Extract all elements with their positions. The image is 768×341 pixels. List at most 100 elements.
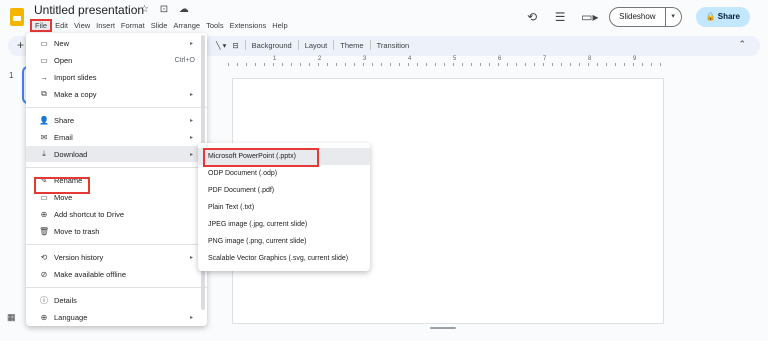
menu-tools[interactable]: Tools (203, 19, 227, 32)
menu-insert[interactable]: Insert (93, 19, 118, 32)
ruler: 1 2 3 4 5 6 7 8 9 (228, 56, 664, 66)
download-svg[interactable]: Scalable Vector Graphics (.svg, current … (198, 250, 370, 267)
file-menu-label: Download (54, 149, 88, 159)
file-menu-details[interactable]: ⓘ Details (26, 292, 207, 308)
file-menu-new[interactable]: ▭ New ▸ (26, 35, 207, 51)
copy-icon: ⧉ (41, 89, 47, 98)
trash-icon: 🗑 (39, 226, 50, 236)
ruler-number: 3 (363, 56, 367, 62)
file-menu-language[interactable]: ⊕ Language ▸ (26, 309, 207, 325)
toolbar-divider (297, 40, 299, 50)
file-menu-label: New (54, 38, 70, 48)
download-odp[interactable]: ODP Document (.odp) (198, 165, 370, 182)
file-menu-make-copy[interactable]: ⧉ Make a copy ▸ (26, 86, 207, 102)
menu-view[interactable]: View (71, 19, 93, 32)
file-menu-open[interactable]: ▭ Open Ctrl+O (26, 52, 207, 68)
document-title[interactable]: Untitled presentation (34, 3, 144, 17)
grid-view-icon[interactable]: ▦ (7, 312, 16, 323)
toolbar-divider (333, 40, 335, 50)
app-header: Untitled presentation ☆ ⊡ ☁ File Edit Vi… (0, 0, 768, 34)
file-menu-label: Move to trash (54, 226, 100, 236)
menubar: File Edit View Insert Format Slide Arran… (30, 19, 291, 32)
file-menu-move-to-trash[interactable]: 🗑 Move to trash (26, 223, 207, 239)
slide-number: 1 (9, 71, 14, 80)
slideshow-button[interactable]: Slideshow (609, 7, 666, 27)
file-menu-add-shortcut[interactable]: ⊕ Add shortcut to Drive (26, 206, 207, 222)
offline-icon: ⊘ (40, 269, 48, 279)
new-slide-plus-icon[interactable]: + (17, 38, 24, 52)
file-menu-label: Make available offline (54, 269, 126, 279)
download-jpg[interactable]: JPEG image (.jpg, current slide) (198, 216, 370, 233)
history-icon[interactable]: ⟲ (525, 10, 539, 24)
download-pdf[interactable]: PDF Document (.pdf) (198, 182, 370, 199)
file-menu-label: Details (54, 295, 77, 305)
menu-divider (26, 244, 207, 245)
file-menu-version-history[interactable]: ⟲ Version history ▸ (26, 249, 207, 265)
menu-arrange[interactable]: Arrange (170, 19, 203, 32)
collapse-toolbar-icon[interactable]: ⌃ (738, 39, 746, 50)
file-menu-download[interactable]: ⤓ Download ▸ (26, 146, 207, 162)
import-icon: → (40, 72, 48, 82)
submenu-arrow-icon: ▸ (189, 151, 193, 158)
menu-extensions[interactable]: Extensions (227, 19, 270, 32)
file-menu-label: Import slides (54, 72, 97, 82)
ruler-number: 5 (453, 56, 457, 62)
theme-button[interactable]: Theme (340, 41, 363, 50)
file-menu: ▭ New ▸ ▭ Open Ctrl+O → Import slides ⧉ … (26, 33, 207, 326)
menu-help[interactable]: Help (269, 19, 290, 32)
new-icon: ▭ (40, 38, 48, 48)
submenu-arrow-icon: ▸ (189, 40, 193, 47)
transition-button[interactable]: Transition (377, 41, 410, 50)
speaker-notes-handle[interactable] (430, 327, 456, 329)
email-icon: ✉ (40, 132, 48, 142)
submenu-arrow-icon: ▸ (189, 314, 193, 321)
insert-comment-icon[interactable]: ⊟ (232, 41, 238, 50)
slideshow-dropdown-icon[interactable]: ▾ (665, 7, 682, 27)
download-highlight-box (34, 177, 90, 194)
folder-icon: ▭ (40, 55, 48, 65)
download-txt[interactable]: Plain Text (.txt) (198, 199, 370, 216)
drive-shortcut-icon: ⊕ (40, 209, 48, 219)
background-button[interactable]: Background (252, 41, 292, 50)
pptx-highlight-box (203, 148, 319, 167)
line-tool-icon[interactable]: ╲ ▾ (216, 41, 226, 50)
file-menu-label: Add shortcut to Drive (54, 209, 125, 219)
menu-file[interactable]: File (30, 19, 53, 32)
share-person-icon: 👤 (39, 115, 49, 125)
file-menu-offline[interactable]: ⊘ Make available offline (26, 266, 207, 282)
toolbar-tools: ╲ ▾ ⊟ Background Layout Theme Transition (216, 40, 409, 50)
title-actions-icons[interactable]: ☆ ⊡ ☁ (140, 4, 193, 15)
ruler-number: 6 (498, 56, 502, 62)
menu-format[interactable]: Format (118, 19, 148, 32)
shortcut-hint: Ctrl+O (174, 56, 195, 64)
ruler-number: 4 (408, 56, 412, 62)
header-actions: ⟲ ☰ ▭▸ Slideshow ▾ 🔒 Share (525, 7, 750, 27)
ruler-ticks (228, 63, 664, 66)
download-png[interactable]: PNG image (.png, current slide) (198, 233, 370, 250)
menu-divider (26, 167, 207, 168)
layout-button[interactable]: Layout (305, 41, 328, 50)
slides-logo-icon[interactable] (10, 8, 24, 26)
toolbar-divider (369, 40, 371, 50)
camera-icon[interactable]: ▭▸ (581, 10, 598, 24)
menu-slide[interactable]: Slide (148, 19, 171, 32)
submenu-arrow-icon: ▸ (189, 117, 193, 124)
file-menu-label: Version history (54, 252, 104, 262)
menu-edit[interactable]: Edit (52, 19, 71, 32)
file-menu-import-slides[interactable]: → Import slides (26, 69, 207, 85)
download-icon: ⤓ (42, 149, 46, 158)
ruler-number: 9 (633, 56, 637, 62)
submenu-arrow-icon: ▸ (189, 134, 193, 141)
share-button[interactable]: 🔒 Share (695, 7, 750, 27)
submenu-arrow-icon: ▸ (189, 91, 193, 98)
comments-icon[interactable]: ☰ (553, 10, 567, 24)
info-icon: ⓘ (40, 295, 48, 305)
file-menu-email[interactable]: ✉ Email ▸ (26, 129, 207, 145)
file-menu-label: Language (54, 312, 88, 322)
toolbar-divider (244, 40, 246, 50)
menu-divider (26, 287, 207, 288)
file-menu-share[interactable]: 👤 Share ▸ (26, 112, 207, 128)
ruler-number: 1 (273, 56, 277, 62)
history-icon: ⟲ (40, 252, 48, 262)
submenu-arrow-icon: ▸ (189, 254, 193, 261)
